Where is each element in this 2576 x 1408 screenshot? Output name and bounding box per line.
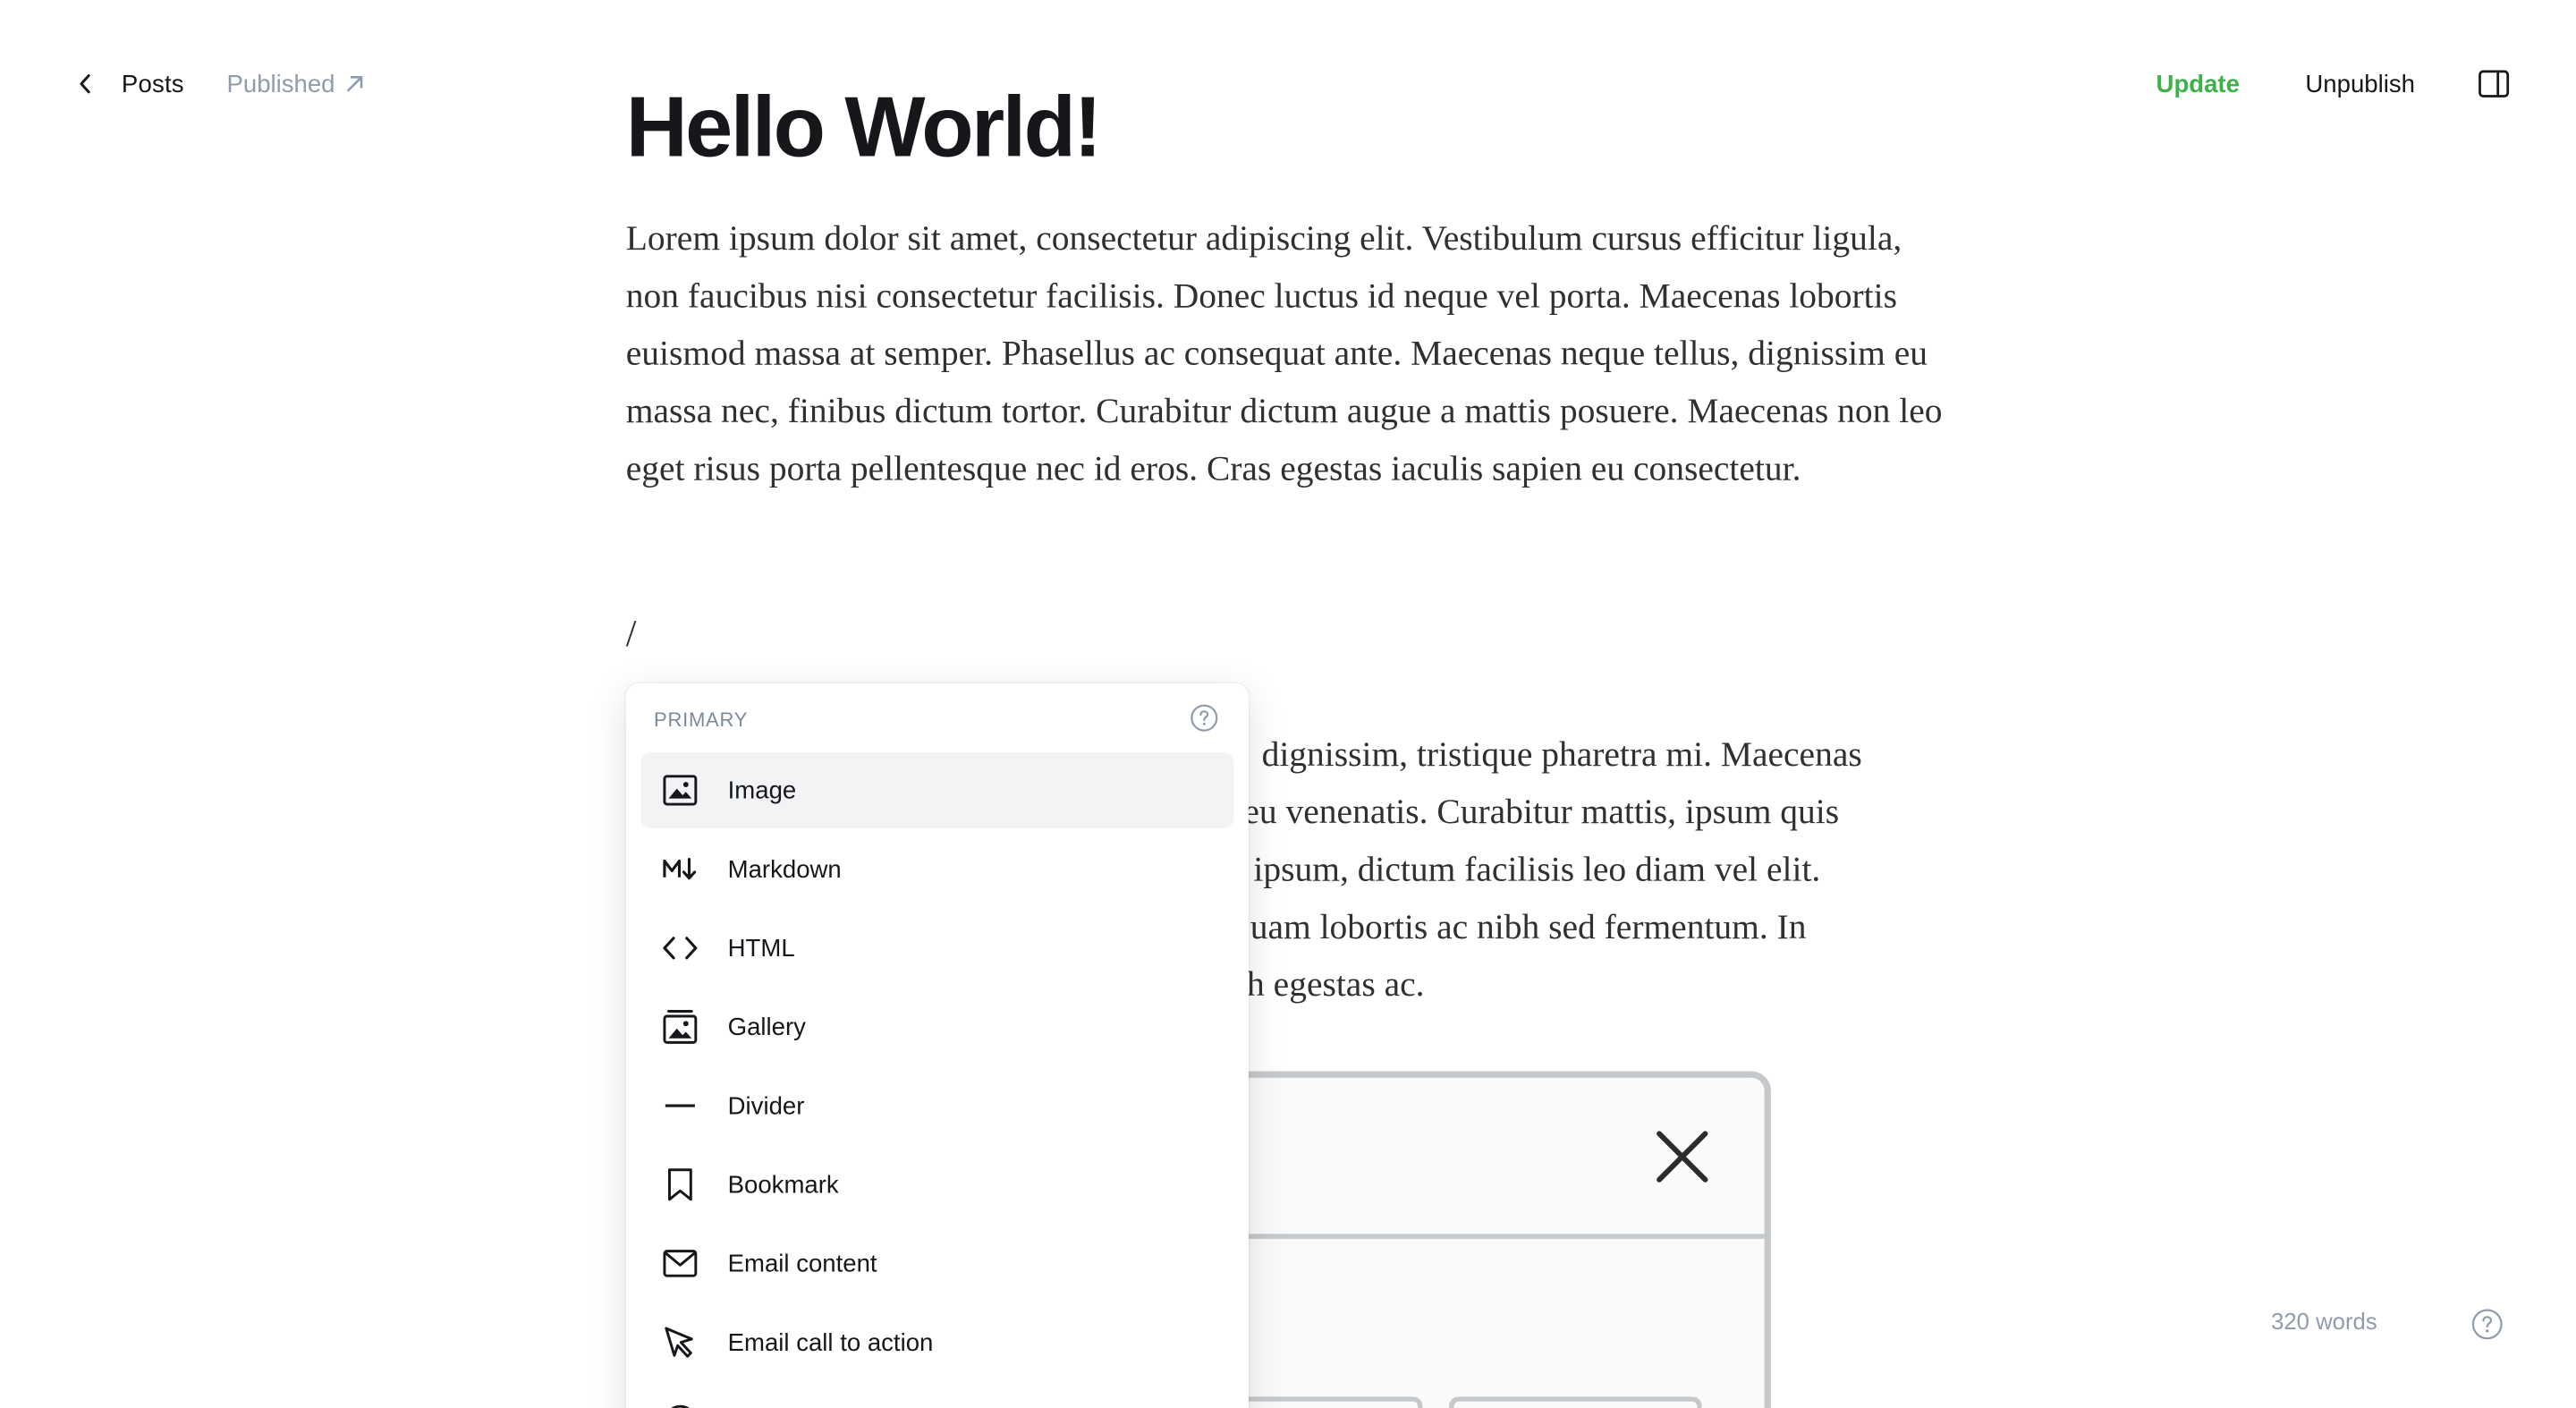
code-icon	[662, 930, 698, 966]
arrow-up-right-icon	[345, 74, 365, 94]
close-icon	[1653, 1127, 1712, 1186]
menu-item-label: Bookmark	[727, 1170, 839, 1199]
image-button-shape	[1222, 1396, 1423, 1408]
paragraph-line: eu venenatis. Curabitur mattis, ipsum qu…	[1243, 792, 1840, 832]
menu-item-label: Email content	[727, 1249, 877, 1278]
card-menu: PRIMARY Image Markdown HTML Gallery Divi…	[625, 683, 1249, 1408]
update-button[interactable]: Update	[2157, 70, 2240, 98]
gallery-icon	[662, 1009, 698, 1045]
post-status-label: Published	[226, 70, 335, 98]
menu-item-email-cta[interactable]: Email call to action	[640, 1304, 1233, 1379]
help-icon[interactable]	[1190, 703, 1219, 733]
bookmark-icon	[662, 1166, 698, 1202]
menu-item-label: HTML	[727, 934, 795, 963]
paragraph-line: uam lobortis ac nibh sed fermentum. In	[1250, 906, 1807, 946]
word-count: 320 words	[2271, 1308, 2377, 1335]
image-button-shape	[1448, 1396, 1702, 1408]
markdown-icon	[662, 851, 698, 886]
image-icon	[662, 772, 698, 808]
slash-command-input[interactable]: /	[626, 613, 637, 656]
menu-item-partial[interactable]	[640, 1384, 1233, 1408]
sidebar-toggle-icon[interactable]	[2478, 67, 2511, 100]
menu-item-label: Image	[727, 776, 797, 805]
menu-item-bookmark[interactable]: Bookmark	[640, 1147, 1233, 1222]
cursor-icon	[662, 1324, 698, 1360]
email-icon	[662, 1245, 698, 1281]
menu-item-label: Gallery	[727, 1013, 806, 1041]
paragraph-line: ipsum, dictum facilisis leo diam vel eli…	[1253, 849, 1821, 889]
editor-page: Posts Published Update Unpublish Hello W…	[0, 0, 2576, 1408]
card-menu-header: PRIMARY	[626, 683, 1249, 752]
menu-item-label: Email call to action	[727, 1327, 934, 1357]
menu-item-image[interactable]: Image	[640, 752, 1234, 828]
help-icon[interactable]	[2470, 1308, 2504, 1341]
editor-header-left: Posts Published	[72, 65, 365, 101]
menu-item-markdown[interactable]: Markdown	[640, 831, 1233, 906]
menu-item-gallery[interactable]: Gallery	[640, 989, 1233, 1064]
unpublish-button[interactable]: Unpublish	[2305, 70, 2415, 98]
divider-icon	[662, 1088, 698, 1124]
menu-item-divider[interactable]: Divider	[640, 1068, 1233, 1143]
menu-item-label: Markdown	[727, 855, 842, 884]
paragraph-line: h egestas ac.	[1247, 964, 1425, 1005]
editor-header-right: Update Unpublish	[2157, 65, 2511, 101]
posts-link[interactable]: Posts	[122, 70, 184, 98]
post-status-link[interactable]: Published	[226, 70, 364, 98]
menu-item-html[interactable]: HTML	[640, 911, 1233, 986]
post-title[interactable]: Hello World!	[626, 75, 1102, 181]
chevron-left-icon[interactable]	[72, 71, 98, 97]
post-paragraph-1[interactable]: Lorem ipsum dolor sit amet, consectetur …	[626, 210, 1960, 497]
circle-icon	[662, 1404, 698, 1408]
menu-item-label: Divider	[727, 1091, 805, 1120]
post-paragraph-2[interactable]: dignissim, tristique pharetra mi. Maecen…	[1241, 726, 1963, 1014]
menu-section-label: PRIMARY	[654, 708, 749, 732]
paragraph-line: dignissim, tristique pharetra mi. Maecen…	[1261, 734, 1862, 775]
menu-item-email-content[interactable]: Email content	[640, 1226, 1233, 1301]
